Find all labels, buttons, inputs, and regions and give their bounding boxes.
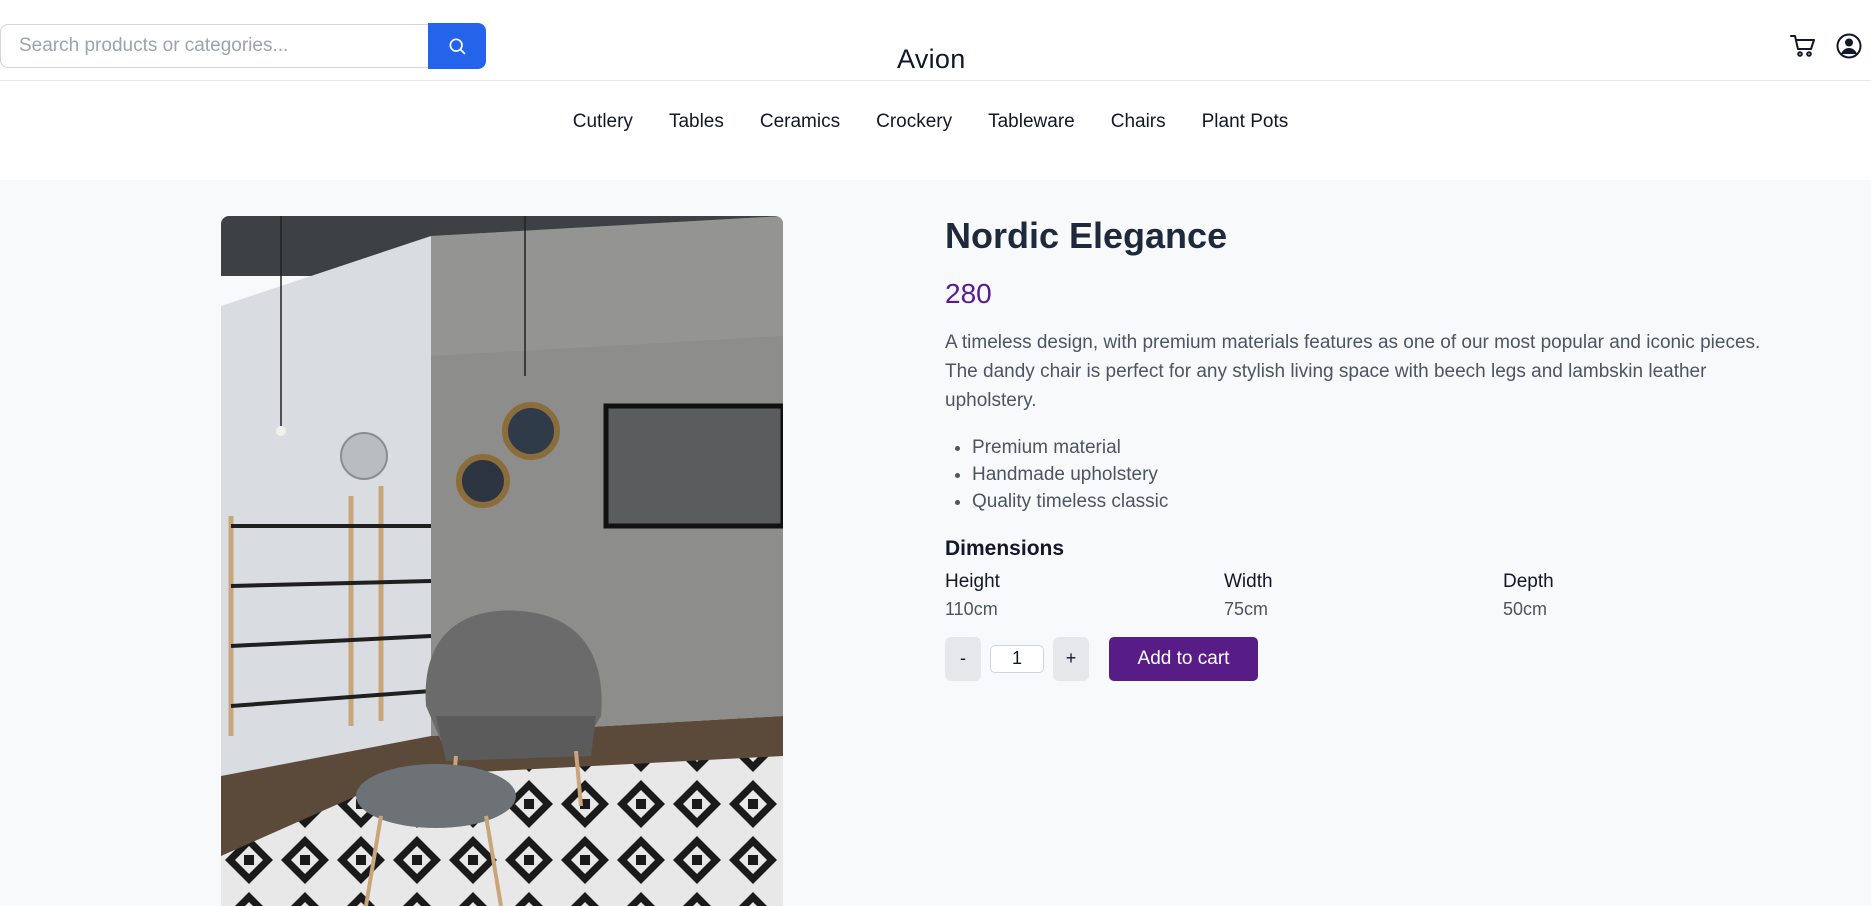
quantity-decrement-button[interactable]: -	[945, 636, 981, 681]
nav-item-chairs: Chairs	[1111, 111, 1166, 179]
account-button[interactable]	[1834, 31, 1864, 61]
feature-item: Premium material	[972, 434, 1785, 461]
nav-item-cutlery: Cutlery	[573, 111, 633, 179]
nav-item-tables: Tables	[669, 111, 724, 179]
product-description: A timeless design, with premium material…	[945, 331, 1761, 411]
feature-item: Quality timeless classic	[972, 488, 1785, 515]
nav-link-tables[interactable]: Tables	[669, 111, 724, 132]
nav-item-crockery: Crockery	[876, 111, 952, 179]
site-logo[interactable]: Avion	[897, 44, 966, 75]
search-icon	[449, 38, 466, 55]
add-to-cart-button[interactable]: Add to cart	[1109, 636, 1258, 681]
product-info: Nordic Elegance 280 A timeless design, w…	[945, 216, 1785, 681]
nav-link-cutlery[interactable]: Cutlery	[573, 111, 633, 132]
cart-icon	[1790, 35, 1815, 57]
nav-link-crockery[interactable]: Crockery	[876, 111, 952, 132]
quantity-input[interactable]	[990, 644, 1044, 673]
quantity-increment-button[interactable]: +	[1053, 636, 1089, 681]
nav-item-ceramics: Ceramics	[760, 111, 840, 179]
product-photo-illustration	[221, 216, 783, 906]
nav-item-plant-pots: Plant Pots	[1202, 111, 1289, 179]
feature-list: Premium material Handmade upholstery Qua…	[945, 434, 1785, 515]
product-price: 280	[945, 277, 992, 309]
product-title: Nordic Elegance	[945, 215, 1228, 256]
dimension-value: 75cm	[1224, 598, 1269, 619]
nav-link-tableware[interactable]: Tableware	[988, 111, 1075, 132]
product-section: Nordic Elegance 280 A timeless design, w…	[0, 180, 1871, 906]
search-button[interactable]	[428, 23, 486, 69]
product-image	[221, 216, 783, 906]
search-bar	[0, 23, 486, 69]
dimension-value: 110cm	[945, 598, 998, 619]
dimension-label: Height	[945, 570, 1000, 592]
dimensions-table: Height 110cm Width 75cm Depth 50cm	[945, 571, 1785, 620]
dimension-depth: Depth 50cm	[1503, 571, 1782, 620]
nav-item-tableware: Tableware	[988, 111, 1075, 179]
user-icon	[1836, 33, 1862, 59]
dimension-width: Width 75cm	[1224, 571, 1503, 620]
nav-link-chairs[interactable]: Chairs	[1111, 111, 1166, 132]
dimension-value: 50cm	[1503, 598, 1548, 619]
add-to-cart-row: - + Add to cart	[945, 636, 1785, 681]
nav-link-ceramics[interactable]: Ceramics	[760, 111, 840, 132]
feature-item: Handmade upholstery	[972, 461, 1785, 488]
nav-link-plant-pots[interactable]: Plant Pots	[1202, 111, 1289, 132]
cart-button[interactable]	[1788, 31, 1818, 61]
dimension-label: Width	[1224, 570, 1273, 592]
search-input[interactable]	[0, 24, 428, 68]
dimensions-heading: Dimensions	[945, 536, 1065, 560]
category-nav: Cutlery Tables Ceramics Crockery Tablewa…	[0, 81, 1871, 179]
dimension-label: Depth	[1503, 570, 1554, 592]
site-header: Avion	[0, 0, 1871, 81]
dimension-height: Height 110cm	[945, 571, 1224, 620]
